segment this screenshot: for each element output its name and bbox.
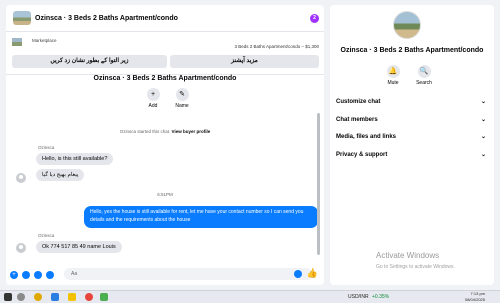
customize-chat-row[interactable]: Customize chat ⌄ (336, 97, 486, 107)
listing-photo[interactable] (393, 11, 421, 39)
marketplace-label: Marketplace (32, 38, 57, 43)
app-icon[interactable] (100, 293, 108, 301)
marketplace-bar: Marketplace 3 Beds 2 Baths Apartment/con… (6, 33, 324, 75)
clock-date: 08/04/2025 (464, 297, 485, 302)
mark-pending-button[interactable]: زیر التوا کے بطور نشان زد کریں (12, 55, 167, 68)
message-input[interactable]: Aa (64, 268, 312, 280)
incoming-message[interactable]: Ok 774 517 85 49 name Louis (36, 241, 122, 253)
name-label: Name (175, 103, 189, 109)
mute-label: Mute (387, 80, 399, 86)
thread-title: Ozinsca · 3 Beds 2 Baths Apartment/condo (93, 75, 237, 82)
view-buyer-profile-link[interactable]: View buyer profile (172, 129, 211, 134)
chevron-down-icon: ⌄ (480, 117, 486, 123)
chat-members-row[interactable]: Chat members ⌄ (336, 115, 486, 125)
media-files-links-row[interactable]: Media, files and links ⌄ (336, 132, 486, 142)
info-panel: Ozinsca · 3 Beds 2 Baths Apartment/condo… (330, 5, 494, 285)
chevron-down-icon: ⌄ (480, 152, 486, 158)
message-sender: Ozinsca (38, 233, 55, 238)
started-text: Ozinsca started this chat. (119, 129, 171, 134)
mute-button[interactable]: 🔔 Mute (378, 65, 408, 86)
thread-scrollbar[interactable] (317, 113, 320, 255)
listing-summary[interactable]: 3 Beds 2 Baths Apartment/condo – $1,300 (234, 44, 319, 49)
outgoing-message[interactable]: Hello, yes the house is still available … (84, 206, 318, 228)
row-label: Media, files and links (336, 134, 397, 140)
sticker-icon[interactable] (34, 271, 42, 279)
search-button[interactable]: 🔍 Search (409, 65, 439, 86)
incoming-message[interactable]: Hello, is this still available? (36, 153, 114, 165)
search-label: Search (416, 80, 432, 86)
search-icon: 🔍 (417, 65, 431, 78)
info-title: Ozinsca · 3 Beds 2 Baths Apartment/condo (340, 47, 484, 54)
image-icon[interactable] (22, 271, 30, 279)
user-avatar[interactable] (16, 173, 26, 183)
windows-taskbar: USD/INR +0.35% 7:13 pm 08/04/2025 (0, 290, 500, 303)
chrome-app-icon[interactable] (85, 293, 93, 301)
windows-start-icon[interactable] (4, 293, 12, 301)
activate-windows-subtitle: Go to Settings to activate Windows. (376, 264, 455, 270)
add-icon: + (146, 88, 160, 101)
add-label: Add (148, 103, 158, 109)
row-label: Chat members (336, 117, 378, 123)
listing-thumbnail[interactable] (12, 38, 22, 46)
chat-started-notice: Ozinsca started this chat. View buyer pr… (6, 129, 324, 134)
ticker-symbol[interactable]: USD/INR (348, 293, 369, 301)
row-label: Customize chat (336, 99, 381, 105)
incoming-message[interactable]: پیغام بھیج دیا گیا (36, 169, 85, 181)
chat-header: Ozinsca · 3 Beds 2 Baths Apartment/condo… (6, 5, 324, 32)
thumbs-up-icon[interactable]: 👍 (307, 268, 318, 278)
bell-icon: 🔔 (386, 65, 400, 78)
message-sender: Ozinsca (38, 145, 55, 150)
messenger-app: Ozinsca · 3 Beds 2 Baths Apartment/condo… (0, 0, 500, 290)
clock[interactable]: 7:13 pm 08/04/2025 (465, 291, 485, 303)
activate-windows-title: Activate Windows (376, 251, 440, 260)
pencil-icon: ✎ (175, 88, 189, 101)
search-icon[interactable] (17, 293, 25, 301)
name-button[interactable]: ✎ Name (170, 88, 194, 109)
ticker-change: +0.35% (372, 294, 390, 300)
time-separator: 6:51PM (157, 192, 173, 197)
message-composer: + Aa 👍 (6, 265, 324, 285)
privacy-support-row[interactable]: Privacy & support ⌄ (336, 150, 486, 160)
gif-icon[interactable] (46, 271, 54, 279)
row-label: Privacy & support (336, 152, 388, 158)
emoji-icon[interactable] (294, 270, 302, 278)
chat-title[interactable]: Ozinsca · 3 Beds 2 Baths Apartment/condo (35, 15, 178, 22)
listing-avatar[interactable] (13, 11, 31, 25)
unread-badge[interactable]: 2 (310, 14, 319, 23)
plus-icon[interactable]: + (10, 271, 18, 279)
chat-panel: Ozinsca · 3 Beds 2 Baths Apartment/condo… (6, 5, 324, 285)
edge-icon[interactable] (51, 293, 59, 301)
file-explorer-icon[interactable] (68, 293, 76, 301)
message-thread: Ozinsca · 3 Beds 2 Baths Apartment/condo… (6, 75, 324, 265)
chevron-down-icon: ⌄ (480, 134, 486, 140)
user-avatar[interactable] (16, 243, 26, 253)
add-button[interactable]: + Add (141, 88, 165, 109)
chevron-down-icon: ⌄ (480, 99, 486, 105)
more-options-button[interactable]: مزید آپشنز (170, 55, 319, 68)
chrome-icon[interactable] (34, 293, 42, 301)
